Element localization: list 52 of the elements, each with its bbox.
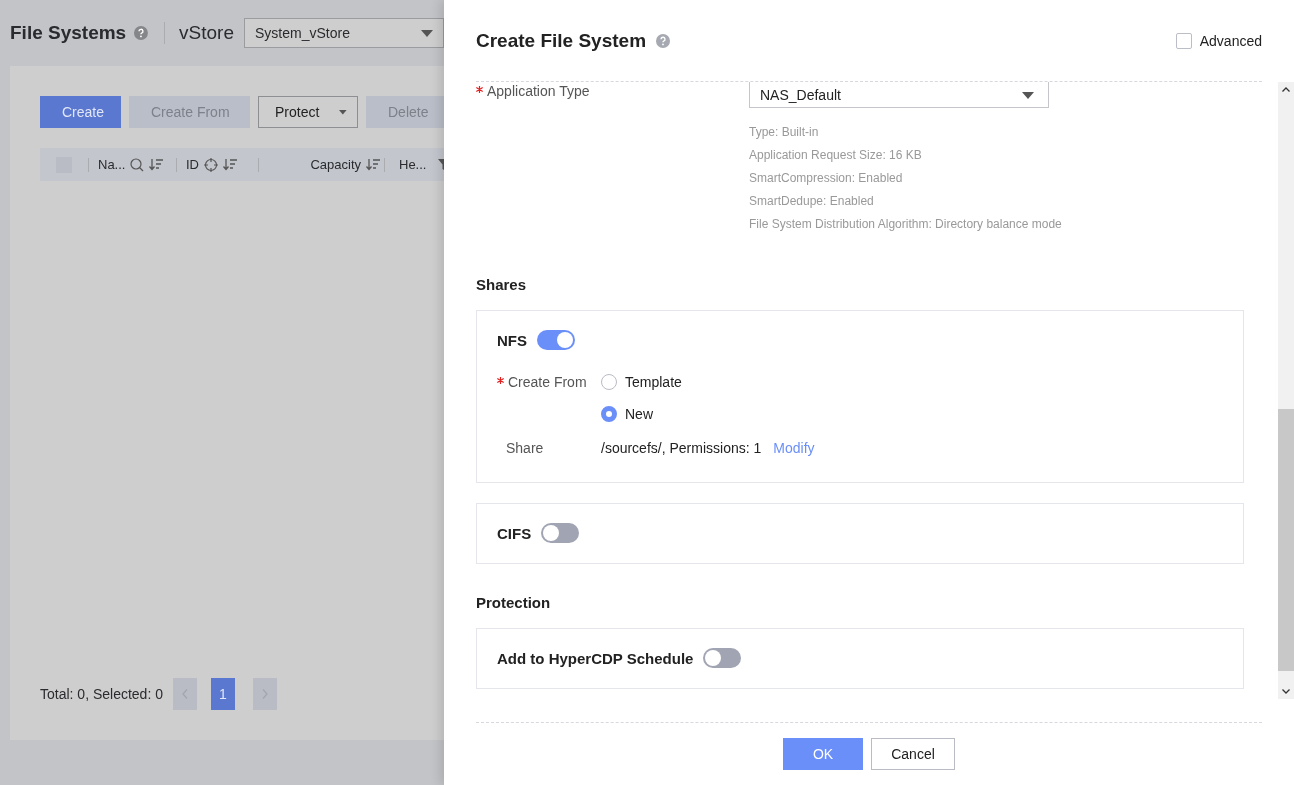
scrollbar[interactable] (1278, 82, 1294, 699)
help-icon (134, 26, 149, 40)
detail-text: File System Distribution Algorithm: Directory balance mode (749, 216, 1062, 233)
sort-icon[interactable] (366, 158, 380, 171)
detail-text: Type: Built-in (749, 124, 820, 141)
field-label: Share (505, 440, 545, 456)
radio-button[interactable] (601, 406, 617, 422)
section-title: Protection (476, 594, 552, 611)
column-header: ID (186, 157, 199, 172)
field-label: Application Type (487, 83, 590, 99)
page-title: File Systems (10, 22, 127, 44)
dialog-button[interactable]: Cancel (871, 738, 955, 770)
radio-button[interactable] (601, 374, 617, 390)
application-type-select[interactable]: NAS_Default (749, 82, 1049, 108)
chevron-down-icon (1282, 689, 1290, 694)
toggle-label: Add to HyperCDP Schedule (497, 649, 694, 667)
section-title: Shares (476, 276, 528, 293)
modify-link[interactable]: Modify (773, 440, 815, 456)
total-summary: Total: 0, Selected: 0 (40, 686, 163, 702)
search-icon[interactable] (130, 157, 145, 172)
toggle-switch[interactable] (541, 523, 580, 543)
toggle-switch[interactable] (703, 648, 742, 668)
page-number[interactable]: 1 (210, 678, 235, 710)
caret-icon (1022, 90, 1034, 99)
caret-icon (339, 108, 347, 116)
dialog-button[interactable]: OK (783, 738, 863, 770)
field-label: Create From (508, 374, 587, 390)
column-header: He... (399, 157, 427, 172)
checkbox-label: Advanced (1199, 32, 1262, 49)
vstore-label: vStore (179, 22, 234, 44)
radio-label: New (625, 406, 653, 422)
caret-icon (421, 29, 433, 37)
sort-icon[interactable] (223, 158, 237, 171)
share-value: /sourcefs/, Permissions: 1 (601, 440, 762, 456)
help-icon (656, 33, 671, 48)
chevron-up-icon (1282, 87, 1290, 92)
toolbar-button[interactable]: Create (40, 96, 121, 128)
detail-text: SmartDedupe: Enabled (749, 193, 875, 210)
toggle-switch[interactable] (537, 330, 575, 350)
detail-text: Application Request Size: 16 KB (749, 147, 923, 164)
vstore-select[interactable]: System_vStore (244, 18, 444, 48)
column-header: Capacity (310, 157, 361, 172)
detail-text: SmartCompression: Enabled (749, 170, 904, 187)
advanced-checkbox[interactable] (1175, 32, 1192, 49)
toolbar-button[interactable]: Protect (258, 96, 358, 128)
column-header: Na... (98, 157, 126, 172)
toggle-label: NFS (497, 331, 527, 349)
dialog-title: Create File System (476, 29, 647, 52)
target-icon[interactable] (204, 157, 218, 172)
sort-icon[interactable] (149, 158, 164, 171)
radio-label: Template (625, 374, 682, 390)
toggle-label: CIFS (497, 524, 532, 542)
